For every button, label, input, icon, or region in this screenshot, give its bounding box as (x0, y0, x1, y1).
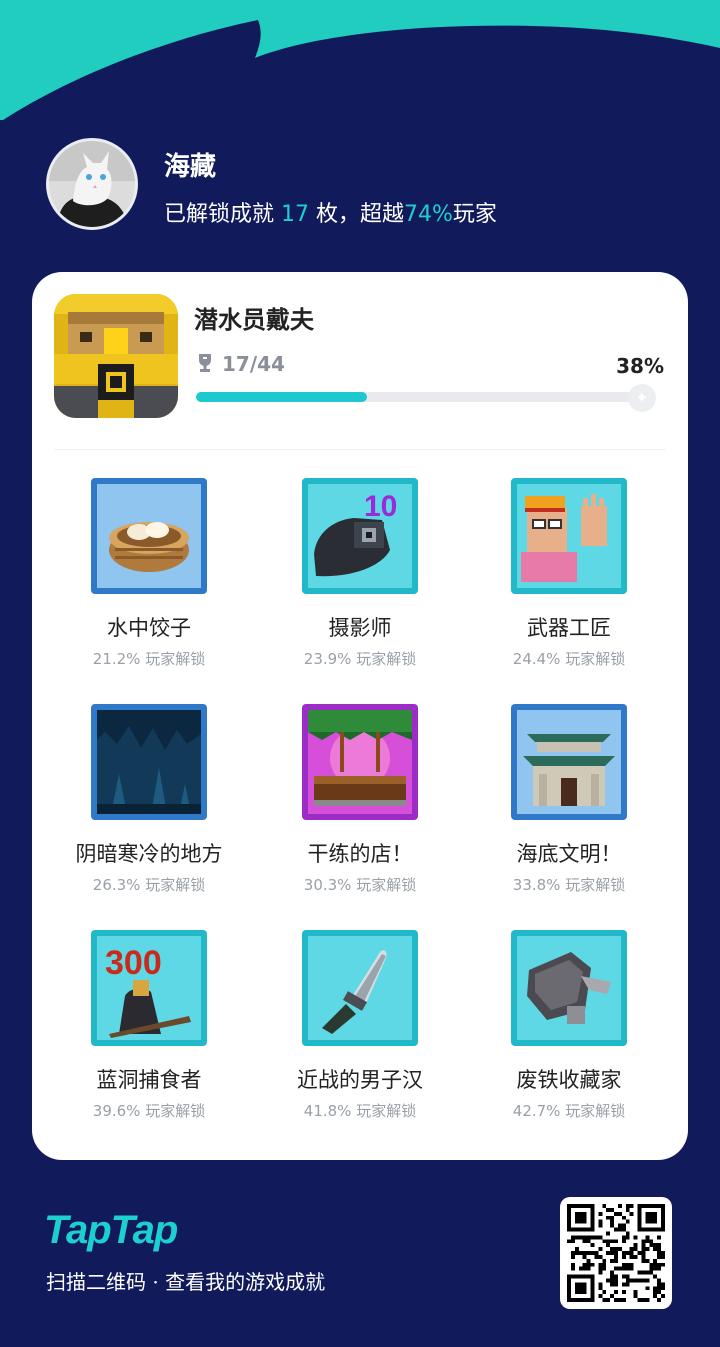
summary-count: 17 (281, 202, 309, 227)
progress-text: 17/44 (222, 352, 285, 376)
achievement-name: 近战的男子汉 (297, 1068, 423, 1092)
divider (54, 449, 666, 450)
achievement-unlock-percent: 21.2% 玩家解锁 (92, 650, 206, 668)
game-progress-count: 17/44 (196, 352, 285, 376)
camera-badge-text: 10 (364, 490, 397, 523)
trophy-icon (199, 354, 211, 372)
summary-percent: 74% (404, 202, 453, 227)
white-cat-avatar-icon (49, 141, 135, 227)
shop-stall-icon (302, 704, 418, 820)
achievement-item[interactable]: 阴暗寒冷的地方 26.3% 玩家解锁 (44, 704, 254, 895)
footer-slogan: 扫描二维码 · 查看我的游戏成就 (46, 1270, 326, 1294)
game-icon[interactable] (54, 294, 178, 418)
achievement-item[interactable]: 水中饺子 21.2% 玩家解锁 (44, 478, 254, 669)
game-progress-percent: 38% (616, 354, 664, 378)
progress-bar-fill (196, 392, 367, 402)
achievement-item[interactable]: 300 蓝洞捕食者 39.6% 玩家解锁 (44, 930, 254, 1121)
game-title: 潜水员戴夫 (194, 305, 314, 334)
achievement-unlock-percent: 39.6% 玩家解锁 (92, 1102, 206, 1120)
achievement-unlock-percent: 23.9% 玩家解锁 (303, 650, 417, 668)
achievement-name: 蓝洞捕食者 (96, 1068, 202, 1092)
achievement-name: 摄影师 (328, 616, 392, 640)
taptap-logo: TapTap (44, 1208, 178, 1252)
qr-code-graphic (567, 1204, 665, 1302)
diver-dave-icon (54, 294, 178, 418)
progress-bar (196, 392, 646, 402)
achievement-item[interactable]: 废铁收藏家 42.7% 玩家解锁 (464, 930, 674, 1121)
achievement-card: 潜水员戴夫 17/44 38% ✦ 水中饺子 21.2% 玩家解锁 10 摄影师… (32, 272, 688, 1160)
achievement-unlock-percent: 30.3% 玩家解锁 (303, 876, 417, 894)
hunter-badge-text: 300 (105, 944, 162, 982)
achievement-name: 武器工匠 (527, 616, 611, 640)
achievement-unlock-percent: 24.4% 玩家解锁 (512, 650, 626, 668)
achievement-unlock-percent: 26.3% 玩家解锁 (92, 876, 206, 894)
dumpling-steamer-icon (91, 478, 207, 594)
progress-end-star-icon: ✦ (628, 384, 656, 412)
achievement-unlock-percent: 33.8% 玩家解锁 (512, 876, 626, 894)
summary-prefix: 已解锁成就 (164, 202, 281, 227)
achievement-name: 海底文明！ (516, 842, 622, 866)
summary-suffix: 玩家 (452, 202, 497, 227)
knife-icon (302, 930, 418, 1046)
craftsman-waving-icon (511, 478, 627, 594)
camera-10-icon: 10 (302, 478, 418, 594)
user-name: 海藏 (164, 152, 217, 182)
achievement-item[interactable]: 海底文明！ 33.8% 玩家解锁 (464, 704, 674, 895)
achievement-name: 废铁收藏家 (516, 1068, 622, 1092)
hunter-300-icon: 300 (91, 930, 207, 1046)
dark-cave-icon (91, 704, 207, 820)
avatar[interactable] (46, 138, 138, 230)
achievement-name: 阴暗寒冷的地方 (75, 842, 223, 866)
user-achievement-summary: 已解锁成就 17 枚，超越74%玩家 (164, 196, 497, 228)
achievement-name: 水中饺子 (107, 616, 191, 640)
summary-mid: 枚，超越 (309, 202, 404, 227)
scrap-metal-icon (511, 930, 627, 1046)
achievement-unlock-percent: 42.7% 玩家解锁 (512, 1102, 626, 1120)
achievement-item[interactable]: 干练的店！ 30.3% 玩家解锁 (255, 704, 465, 895)
user-profile: 海藏 已解锁成就 17 枚，超越74%玩家 (46, 138, 686, 230)
achievement-name: 干练的店！ (307, 842, 413, 866)
header-wave-decoration (0, 0, 720, 120)
qr-code-icon[interactable] (560, 1197, 672, 1309)
achievement-unlock-percent: 41.8% 玩家解锁 (303, 1102, 417, 1120)
achievement-item[interactable]: 10 摄影师 23.9% 玩家解锁 (255, 478, 465, 669)
undersea-temple-icon (511, 704, 627, 820)
achievement-item[interactable]: 近战的男子汉 41.8% 玩家解锁 (255, 930, 465, 1121)
achievement-item[interactable]: 武器工匠 24.4% 玩家解锁 (464, 478, 674, 669)
